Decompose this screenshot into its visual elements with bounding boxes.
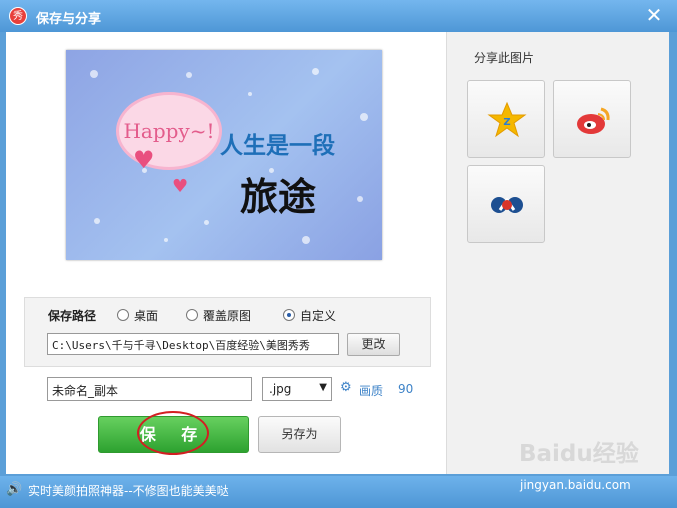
- radio-overwrite[interactable]: [186, 309, 198, 321]
- renren-share-button[interactable]: [467, 165, 545, 243]
- change-path-button[interactable]: 更改: [347, 333, 400, 356]
- quality-link[interactable]: 画质: [359, 382, 383, 399]
- image-preview: Happy~! ♥ ♥ 人生是一段 旅途: [66, 50, 382, 260]
- weibo-share-button[interactable]: [553, 80, 631, 158]
- speaker-icon: 🔊: [6, 482, 23, 497]
- baidu-watermark: Baidu经验: [519, 441, 639, 467]
- gear-icon[interactable]: ⚙: [340, 380, 352, 395]
- save-share-dialog: 秀 保存与分享 ✕ Happy~! ♥ ♥ 人生是一段 旅途 保存路径 桌面 覆…: [0, 0, 677, 508]
- radio-label-desktop[interactable]: 桌面: [134, 307, 158, 324]
- qzone-share-button[interactable]: Z: [467, 80, 545, 158]
- red-highlight-circle: [137, 411, 209, 455]
- format-select[interactable]: .jpg ▼: [262, 377, 332, 401]
- quality-value: 90: [398, 382, 414, 396]
- window-title: 保存与分享: [36, 12, 102, 27]
- close-icon[interactable]: ✕: [644, 5, 664, 26]
- preview-text-line1: 人生是一段: [220, 133, 335, 159]
- radio-label-custom[interactable]: 自定义: [300, 307, 336, 324]
- save-as-button[interactable]: 另存为: [258, 416, 341, 453]
- save-path-field[interactable]: C:\Users\千与千寻\Desktop\百度经验\美图秀秀: [47, 333, 339, 355]
- app-icon: 秀: [9, 7, 27, 25]
- title-bar: [0, 0, 677, 32]
- heart-icon: ♥: [133, 146, 155, 174]
- chevron-down-icon: ▼: [319, 382, 327, 393]
- happy-bubble: Happy~!: [116, 92, 222, 170]
- preview-text-line2: 旅途: [240, 175, 317, 219]
- radio-label-overwrite[interactable]: 覆盖原图: [203, 307, 251, 324]
- status-message[interactable]: 实时美颜拍照神器--不修图也能美美哒: [28, 482, 229, 499]
- weibo-icon: [577, 107, 610, 134]
- renren-icon: [491, 197, 523, 213]
- share-panel: 分享此图片 Z: [446, 32, 669, 474]
- radio-desktop[interactable]: [117, 309, 129, 321]
- filename-field[interactable]: 未命名_副本: [47, 377, 252, 401]
- svg-text:Z: Z: [503, 117, 510, 128]
- qzone-icon: Z: [487, 101, 527, 138]
- watermark-url: jingyan.baidu.com: [520, 478, 631, 492]
- radio-custom[interactable]: [283, 309, 295, 321]
- heart-icon: ♥: [172, 176, 189, 197]
- share-title: 分享此图片: [474, 51, 535, 65]
- save-path-label: 保存路径: [48, 309, 97, 323]
- format-value: .jpg: [269, 382, 292, 396]
